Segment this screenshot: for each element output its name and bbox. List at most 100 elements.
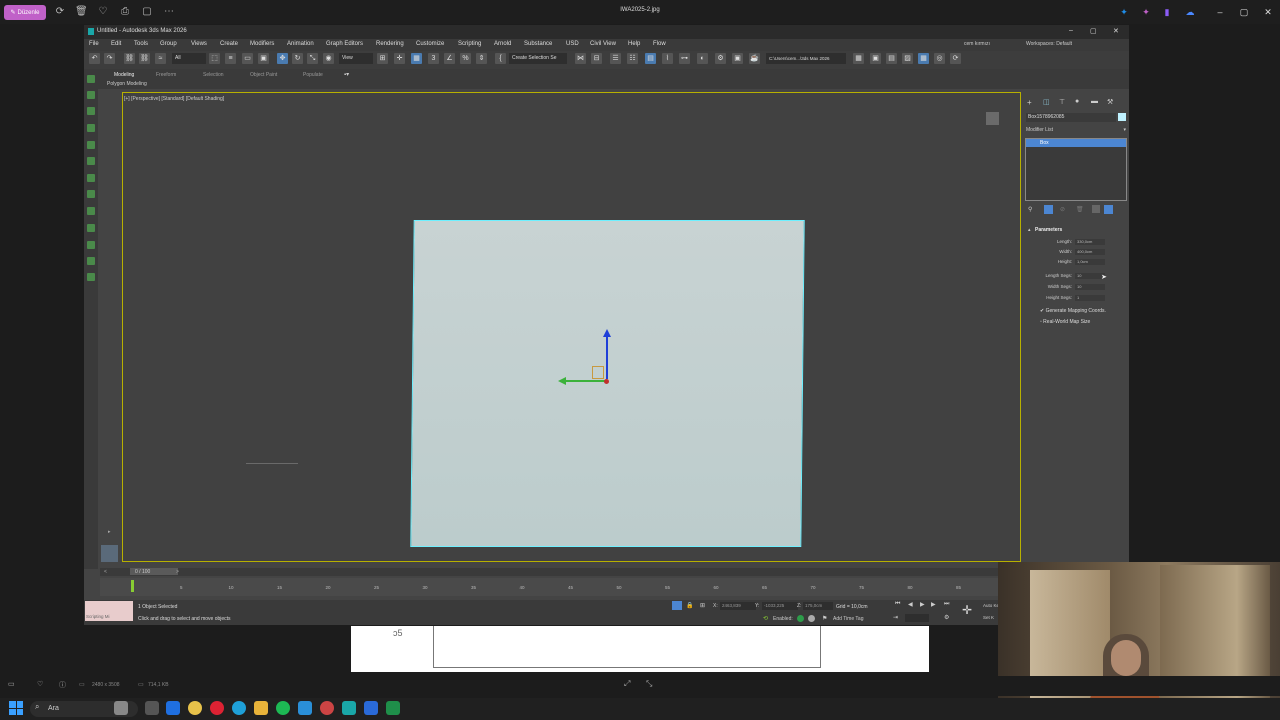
- app-circle-icon[interactable]: [320, 701, 334, 715]
- time-config-icon[interactable]: ⚙: [944, 614, 949, 621]
- maxscript-label[interactable]: Scripting Mi: [86, 614, 110, 619]
- generate-mapping-checkbox[interactable]: ✔ Generate Mapping Coords.: [1040, 308, 1106, 314]
- add-time-tag[interactable]: Add Time Tag: [833, 616, 863, 622]
- left-tool-icon[interactable]: [87, 273, 95, 281]
- file-explorer-icon[interactable]: [254, 701, 268, 715]
- selection-filter-dropdown[interactable]: All: [172, 53, 206, 64]
- snaps-toggle-icon[interactable]: 3: [428, 53, 439, 64]
- current-frame-field[interactable]: [905, 614, 929, 622]
- app-close-icon[interactable]: ✕: [1113, 27, 1119, 35]
- left-tool-icon[interactable]: [87, 124, 95, 132]
- window-crossing-icon[interactable]: ▣: [258, 53, 269, 64]
- link-icon[interactable]: ⛓: [124, 53, 135, 64]
- close-icon[interactable]: ✕: [1262, 6, 1274, 18]
- menu-graph-editors[interactable]: Graph Editors: [326, 41, 363, 47]
- angle-snap-icon[interactable]: ∠: [444, 53, 455, 64]
- workspace-dropdown[interactable]: Workspaces: Default: [1026, 41, 1072, 47]
- pivot-center-icon[interactable]: ⊞: [377, 53, 388, 64]
- previous-key-icon[interactable]: ◀: [908, 601, 913, 608]
- menu-file[interactable]: File: [89, 41, 99, 47]
- next-key-icon[interactable]: ▶: [931, 601, 936, 608]
- workspace-icon[interactable]: ▨: [902, 53, 913, 64]
- left-tool-icon[interactable]: [87, 75, 95, 83]
- share-icon[interactable]: ▢: [141, 6, 153, 18]
- delete-icon[interactable]: 🗑: [75, 6, 88, 18]
- outlook-icon[interactable]: [166, 701, 180, 715]
- layer-explorer-icon[interactable]: ☷: [627, 53, 638, 64]
- opera-icon[interactable]: [210, 701, 224, 715]
- render-setup-icon[interactable]: ⚙: [715, 53, 726, 64]
- chrome-icon[interactable]: [188, 701, 202, 715]
- set-key-button[interactable]: Set K: [983, 615, 994, 620]
- next-frame-icon[interactable]: >: [176, 569, 179, 575]
- select-by-name-icon[interactable]: ≡: [225, 53, 236, 64]
- adaptive-degradation-icon[interactable]: ⟲: [763, 615, 768, 622]
- menu-substance[interactable]: Substance: [524, 41, 552, 47]
- app-minimize-icon[interactable]: –: [1069, 27, 1073, 34]
- param-value-spinner[interactable]: 1: [1075, 295, 1105, 301]
- rotate-icon[interactable]: ⟳: [54, 6, 66, 18]
- configure-sets-icon[interactable]: [1092, 205, 1100, 213]
- menu-flow[interactable]: Flow: [653, 41, 666, 47]
- keyboard-shortcut-icon[interactable]: ▦: [411, 53, 422, 64]
- unlink-icon[interactable]: ⛓: [139, 53, 150, 64]
- place-icon[interactable]: ◉: [323, 53, 334, 64]
- make-unique-icon[interactable]: ⊘: [1060, 206, 1065, 213]
- rotate-tool-icon[interactable]: ↻: [292, 53, 303, 64]
- remove-modifier-icon[interactable]: 🗑: [1076, 206, 1084, 213]
- utilities-tab-icon[interactable]: ⚒: [1107, 98, 1113, 106]
- left-tool-icon[interactable]: [87, 174, 95, 182]
- display-tab-icon[interactable]: ▬: [1091, 98, 1098, 105]
- menu-customize[interactable]: Customize: [416, 41, 444, 47]
- ribbon-sub-label[interactable]: Polygon Modeling: [107, 81, 147, 87]
- track-bar[interactable]: [100, 578, 1000, 596]
- windows-start-icon[interactable]: [9, 701, 23, 715]
- viewport-navigation-icon[interactable]: ✛: [962, 603, 972, 617]
- 3ds-max-taskbar-icon[interactable]: [342, 701, 356, 715]
- menu-arnold[interactable]: Arnold: [494, 41, 511, 47]
- render-icon[interactable]: ☕: [749, 53, 760, 64]
- gizmo-pivot[interactable]: [604, 379, 609, 384]
- edge-icon[interactable]: [232, 701, 246, 715]
- named-selection-dropdown[interactable]: Create Selection Se: [509, 53, 567, 64]
- rendered-frame-icon[interactable]: ▣: [732, 53, 743, 64]
- viewport-label[interactable]: [+] [Perspective] [Standard] [Default Sh…: [124, 96, 224, 102]
- key-mode-icon[interactable]: ⇥: [893, 614, 898, 621]
- left-tool-icon[interactable]: [87, 224, 95, 232]
- lock-selection-icon[interactable]: 🔒: [686, 602, 693, 609]
- menu-create[interactable]: Create: [220, 41, 238, 47]
- maximize-icon[interactable]: ▢: [1238, 6, 1250, 18]
- open-icon[interactable]: ▤: [886, 53, 897, 64]
- rect-selection-icon[interactable]: ▭: [242, 53, 253, 64]
- enabled-toggle[interactable]: [797, 615, 804, 622]
- sync-icon[interactable]: ⟳: [950, 53, 961, 64]
- move-icon[interactable]: ✥: [277, 53, 288, 64]
- app-maximize-icon[interactable]: ▢: [1090, 27, 1097, 35]
- bind-space-warp-icon[interactable]: ≈: [155, 53, 166, 64]
- param-value-spinner[interactable]: 1,0cm: [1075, 259, 1105, 265]
- menu-modifiers[interactable]: Modifiers: [250, 41, 274, 47]
- modify-tab-icon[interactable]: ◫: [1043, 98, 1050, 106]
- modifier-stack-item-box[interactable]: Box: [1026, 139, 1126, 147]
- ribbon-tab-modeling[interactable]: Modeling: [114, 72, 134, 78]
- filmstrip-icon[interactable]: ▭: [8, 680, 15, 688]
- menu-civil-view[interactable]: Civil View: [590, 41, 616, 47]
- create-tab-icon[interactable]: +: [1027, 98, 1032, 107]
- reference-coord-dropdown[interactable]: View: [339, 53, 373, 64]
- info-icon[interactable]: ⓘ: [59, 680, 66, 690]
- align-icon[interactable]: ⊟: [591, 53, 602, 64]
- project-icon[interactable]: ▦: [853, 53, 864, 64]
- param-value-spinner[interactable]: 400,0cm: [1075, 249, 1105, 255]
- menu-rendering[interactable]: Rendering: [376, 41, 404, 47]
- favorite-footer-icon[interactable]: ♡: [37, 680, 43, 688]
- go-to-start-icon[interactable]: ⏮: [895, 601, 900, 608]
- time-slider[interactable]: [100, 568, 1000, 576]
- redo-icon[interactable]: ↷: [104, 53, 115, 64]
- left-tool-icon[interactable]: [87, 141, 95, 149]
- menu-group[interactable]: Group: [160, 41, 177, 47]
- play-icon[interactable]: ▶: [920, 601, 925, 608]
- menu-edit[interactable]: Edit: [111, 41, 121, 47]
- schematic-view-icon[interactable]: ⊶: [679, 53, 690, 64]
- mirror-icon[interactable]: ⋈: [575, 53, 586, 64]
- parameters-rollout-title[interactable]: Parameters: [1035, 227, 1062, 233]
